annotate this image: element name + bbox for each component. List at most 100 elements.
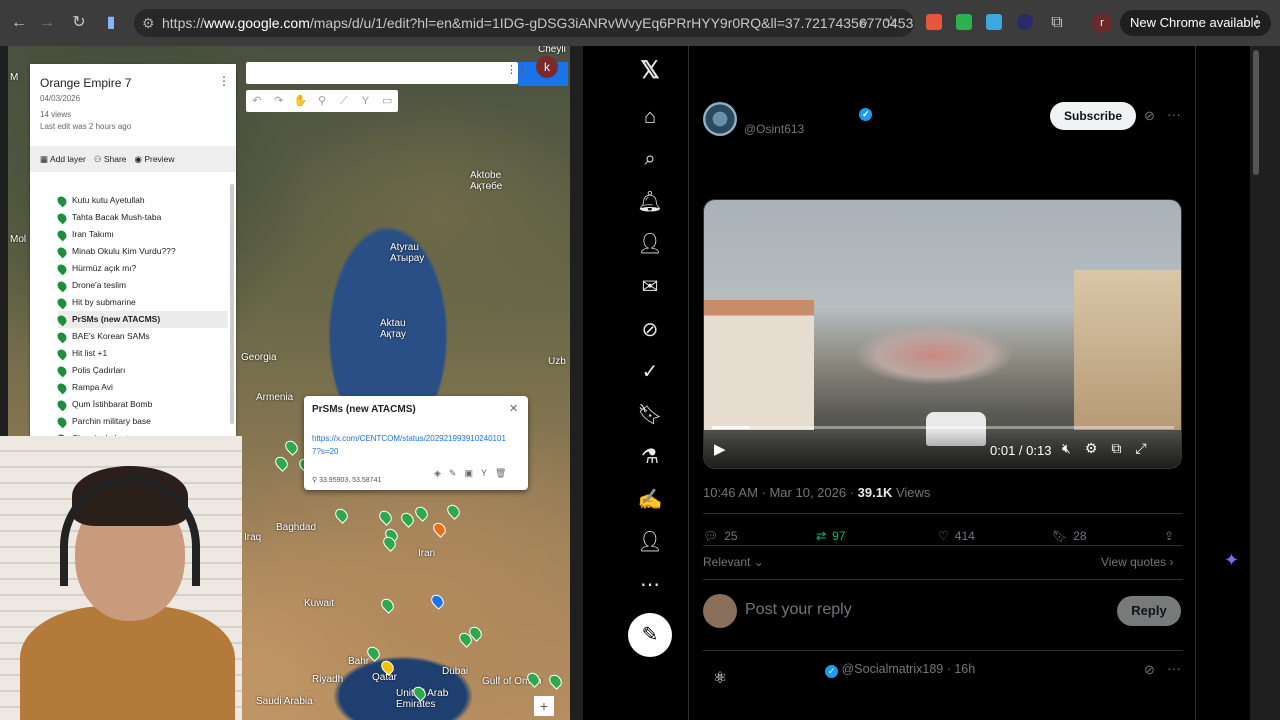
compose-post-button[interactable]: ✎: [628, 613, 672, 657]
extension-blue-icon[interactable]: [986, 14, 1002, 30]
site-info-icon[interactable]: ⚙: [142, 9, 155, 37]
like-button[interactable]: ♡ 414: [938, 526, 1052, 546]
layer-item[interactable]: Hit list +1: [55, 345, 228, 362]
style-paint-icon[interactable]: ◈: [434, 468, 441, 479]
settings-gear-icon[interactable]: ⚙: [1085, 440, 1098, 457]
measure-ruler-icon[interactable]: ▭: [376, 90, 398, 112]
camera-icon[interactable]: ▣: [464, 468, 473, 479]
bookmarks-icon[interactable]: 🔖︎: [633, 398, 667, 432]
subscribe-button[interactable]: Subscribe: [1050, 102, 1136, 130]
reload-icon[interactable]: ↻: [68, 12, 90, 34]
author-avatar[interactable]: [703, 102, 737, 136]
map-marker[interactable]: [546, 672, 565, 690]
chrome-menu-icon[interactable]: ⋮: [1246, 12, 1268, 34]
account-avatar[interactable]: k: [536, 56, 558, 78]
profile-avatar[interactable]: r: [1092, 13, 1112, 33]
reply-user-avatar[interactable]: [703, 594, 737, 628]
forward-arrow-icon[interactable]: →: [36, 12, 58, 34]
add-layer-button[interactable]: ▦ Add layer: [40, 154, 86, 165]
extension-dark-icon[interactable]: [1017, 14, 1033, 30]
undo-icon[interactable]: ↶: [246, 90, 268, 112]
notifications-bell-icon[interactable]: 🔔︎: [633, 185, 667, 219]
edit-pencil-icon[interactable]: ✎: [449, 468, 457, 479]
layer-item[interactable]: Hürmüz açık mı?: [55, 260, 228, 277]
pan-hand-icon[interactable]: ✋: [289, 90, 311, 112]
sort-relevant-dropdown[interactable]: Relevant ⌄: [703, 555, 764, 569]
bookmark-star-icon[interactable]: ☆: [880, 12, 902, 34]
reply-submit-button[interactable]: Reply: [1117, 596, 1181, 626]
layer-item[interactable]: Rampa Avi: [55, 379, 228, 396]
repost-button[interactable]: ⇄ 97: [816, 526, 938, 546]
mute-speaker-icon[interactable]: 🔇︎: [1062, 440, 1071, 457]
pip-icon[interactable]: ⧉: [1111, 440, 1121, 457]
map-marker[interactable]: [272, 454, 291, 472]
fullscreen-icon[interactable]: ⤢: [1135, 440, 1146, 457]
layer-item[interactable]: Drone'a teslim: [55, 277, 228, 294]
panel-menu-icon[interactable]: ⋮: [218, 74, 230, 88]
profile-icon[interactable]: 👤︎: [633, 525, 667, 559]
timestamp-text[interactable]: 10:46 AM · Mar 10, 2026 ·: [703, 485, 858, 500]
more-options-icon[interactable]: ···: [1167, 660, 1181, 676]
extension-green-icon[interactable]: [956, 14, 972, 30]
reply-author-avatar[interactable]: ⚛: [703, 662, 737, 696]
layer-item[interactable]: PrSMs (new ATACMS): [55, 311, 228, 328]
layer-item[interactable]: Parchin military base: [55, 413, 228, 430]
share-icon[interactable]: ⇪: [1164, 526, 1174, 546]
layer-item[interactable]: Tahta Bacak Mush-taba: [55, 209, 228, 226]
draw-line-icon[interactable]: ⟋: [333, 90, 355, 112]
search-icon[interactable]: ⌕: [633, 142, 667, 176]
side-panel-icon[interactable]: ▮: [100, 12, 122, 34]
layer-item[interactable]: Iran Takımı: [55, 226, 228, 243]
apps-grid-icon[interactable]: ⋮⋮: [506, 63, 528, 76]
address-bar[interactable]: ⚙ https://www.google.com/maps/d/u/1/edit…: [134, 9, 914, 37]
video-player[interactable]: ▶ 0:01 / 0:13 🔇︎ ⚙ ⧉ ⤢: [703, 199, 1182, 469]
x-logo-icon[interactable]: 𝕏: [633, 54, 667, 88]
reply-button[interactable]: 💬︎ 25: [703, 526, 816, 546]
page-scrollbar[interactable]: [1253, 50, 1259, 175]
popup-link[interactable]: https://x.com/CENTCOM/status/20292199391…: [312, 432, 512, 458]
map-marker[interactable]: [282, 438, 301, 456]
articles-icon[interactable]: ✍: [633, 483, 667, 517]
back-arrow-icon[interactable]: ←: [8, 12, 30, 34]
delete-trash-icon[interactable]: 🗑: [495, 468, 506, 479]
layer-item[interactable]: Kutu kutu Ayetullah: [55, 192, 228, 209]
directions-icon[interactable]: Y: [355, 90, 377, 112]
verified-check-icon[interactable]: ✓: [633, 355, 667, 389]
redo-icon[interactable]: ↷: [268, 90, 290, 112]
grok-icon[interactable]: ⊘: [633, 313, 667, 347]
view-quotes-link[interactable]: View quotes ›: [1101, 555, 1174, 569]
map-marker[interactable]: [398, 510, 417, 528]
author-name[interactable]: Open Source Intel ✓: [744, 104, 873, 121]
map-marker[interactable]: [378, 596, 397, 614]
share-button[interactable]: ⚇ Share: [94, 154, 127, 165]
map-marker[interactable]: [332, 506, 351, 524]
lab-flask-icon[interactable]: ⚗: [633, 440, 667, 474]
layer-item[interactable]: Qum İstihbarat Bomb: [55, 396, 228, 413]
follow-user-icon[interactable]: 👤︎: [633, 227, 667, 261]
map-marker[interactable]: [412, 504, 431, 522]
video-progress-bar[interactable]: [712, 426, 1174, 429]
reply-author[interactable]: Social Matrix ✓ @Socialmatrix189 · 16h: [744, 662, 975, 678]
close-icon[interactable]: ✕: [509, 402, 518, 415]
grok-explain-icon[interactable]: ⊘: [1144, 662, 1155, 678]
play-icon[interactable]: ▶: [714, 440, 726, 458]
messages-mail-icon[interactable]: ✉: [633, 270, 667, 304]
extensions-puzzle-icon[interactable]: ⧉: [1046, 12, 1068, 34]
add-marker-icon[interactable]: ⚲: [311, 90, 333, 112]
reply-input[interactable]: Post your reply: [745, 601, 852, 619]
map-marker[interactable]: [430, 520, 449, 538]
panel-scrollbar[interactable]: [230, 184, 234, 424]
more-circle-icon[interactable]: ⋯: [633, 568, 667, 602]
more-options-icon[interactable]: ···: [1167, 106, 1181, 122]
map-search-input[interactable]: [246, 62, 518, 84]
layer-item[interactable]: Hit by submarine: [55, 294, 228, 311]
zoom-in-button[interactable]: +: [534, 696, 554, 716]
extension-red-icon[interactable]: [926, 14, 942, 30]
sparkle-icon[interactable]: ✦: [1224, 550, 1239, 571]
map-marker[interactable]: [376, 508, 395, 526]
author-handle[interactable]: @Osint613: [744, 122, 804, 136]
layer-item[interactable]: BAE's Korean SAMs: [55, 328, 228, 345]
bookmark-button[interactable]: 🔖︎ 28: [1052, 526, 1164, 546]
preview-button[interactable]: ◉ Preview: [135, 154, 175, 165]
grok-explain-icon[interactable]: ⊘: [1144, 108, 1155, 124]
